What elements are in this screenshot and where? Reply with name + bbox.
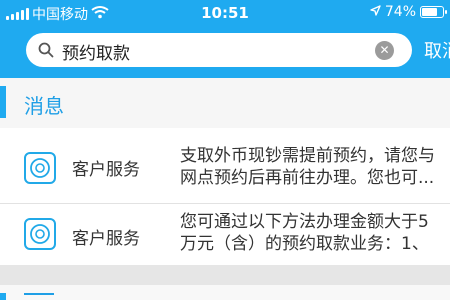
search-input[interactable]: 预约取款: [62, 39, 130, 64]
customer-service-icon: [24, 218, 56, 250]
location-arrow-icon: [370, 4, 381, 20]
battery-percent: 74%: [384, 4, 416, 20]
section-accent-bar: [0, 293, 6, 300]
app-header: 中国移动 10:51 74% 预约取款 ✕ 取消: [0, 0, 450, 78]
result-line1: 您可通过以下方法办理金额大于5: [180, 212, 429, 232]
result-line2: 网点预约后再前往办理。您也可...: [180, 168, 435, 188]
section-header: 消息: [0, 78, 450, 128]
battery-icon: [420, 6, 447, 18]
cancel-button[interactable]: 取消: [424, 37, 450, 63]
search-icon: [38, 42, 54, 62]
result-item[interactable]: 客户服务 支取外币现钞需提前预约，请您与 网点预约后再前往办理。您也可...: [0, 128, 450, 203]
result-label: 客户服务: [72, 229, 140, 249]
section-title: 消息: [24, 94, 64, 118]
search-bar[interactable]: 预约取款 ✕: [26, 33, 412, 67]
status-right: 74%: [370, 4, 447, 20]
next-section-title-fragment: [24, 293, 54, 297]
customer-service-icon: [24, 152, 56, 184]
clear-icon[interactable]: ✕: [375, 41, 394, 60]
result-line2: 万元（含）的预约取款业务：1、: [180, 234, 429, 254]
battery-fill: [422, 8, 437, 16]
section-accent-bar: [0, 86, 6, 118]
result-item[interactable]: 客户服务 您可通过以下方法办理金额大于5 万元（含）的预约取款业务：1、: [0, 204, 450, 265]
result-label: 客户服务: [72, 160, 140, 180]
result-line1: 支取外币现钞需提前预约，请您与: [180, 146, 435, 166]
section-gap: [0, 265, 450, 285]
next-section-header: [0, 285, 450, 300]
status-bar: 中国移动 10:51 74%: [0, 0, 450, 28]
